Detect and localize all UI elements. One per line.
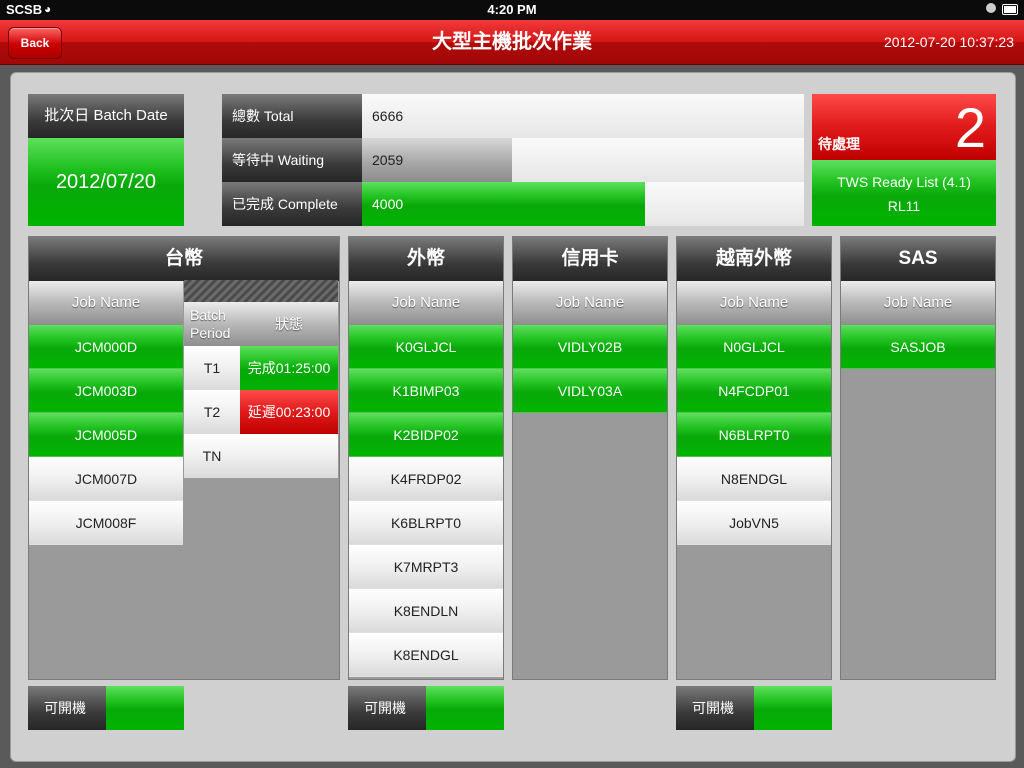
toggle-indicator (426, 686, 504, 730)
job-row[interactable]: N0GLJCL (677, 325, 831, 369)
back-button[interactable]: Back (8, 27, 62, 59)
toggle-indicator (106, 686, 184, 730)
job-row[interactable]: K6BLRPT0 (349, 501, 503, 545)
stat-fill (362, 182, 645, 226)
rotation-lock-icon (986, 3, 996, 13)
column-credit-card: 信用卡 Job Name VIDLY02B VIDLY03A (512, 236, 668, 680)
job-list: Job Name K0GLJCL K1BIMP03 K2BIDP02 K4FRDP02… (349, 281, 503, 677)
stat-value: 6666 (372, 108, 404, 124)
period-key: TN (184, 434, 240, 478)
job-row[interactable]: VIDLY02B (513, 325, 667, 369)
toggle-label: 可開機 (348, 686, 426, 730)
job-row[interactable]: JCM005D (29, 413, 183, 457)
nav-bar: 大型主機批次作業 Back 2012-07-20 10:37:23 (0, 20, 1024, 65)
job-row[interactable]: JCM007D (29, 457, 183, 501)
nav-datetime: 2012-07-20 10:37:23 (884, 34, 1014, 50)
batch-date-value[interactable]: 2012/07/20 (28, 138, 184, 226)
page-title: 大型主機批次作業 (432, 31, 592, 53)
period-key: T2 (184, 390, 240, 434)
batch-date-label: 批次日 Batch Date (28, 94, 184, 138)
job-row[interactable]: K8ENDLN (349, 589, 503, 633)
column-title: 台幣 (29, 237, 339, 281)
job-name-header: Job Name (349, 281, 503, 325)
job-row[interactable]: JCM008F (29, 501, 183, 545)
job-list: Job Name JCM000D JCM003D JCM005D JCM007D JCM… (29, 281, 183, 545)
column-sas: SAS Job Name SASJOB (840, 236, 996, 680)
period-row-t1[interactable]: T1 完成01:25:00 (184, 346, 338, 390)
job-name-header: Job Name (29, 281, 183, 325)
job-row[interactable]: JobVN5 (677, 501, 831, 545)
job-name-header: Job Name (677, 281, 831, 325)
stat-complete: 已完成 Complete 4000 (222, 182, 804, 226)
boot-toggle-foreign[interactable]: 可開機 (348, 686, 504, 730)
status-time: 4:20 PM (487, 2, 537, 17)
job-name-header: Job Name (513, 281, 667, 325)
column-title: SAS (841, 237, 995, 281)
stat-label: 總數 Total (222, 94, 362, 138)
period-header-label: Batch Period (190, 307, 231, 341)
tws-ready-list[interactable]: TWS Ready List (4.1) RL11 (812, 160, 996, 226)
job-row[interactable]: K8ENDGL (349, 633, 503, 677)
job-row[interactable]: K1BIMP03 (349, 369, 503, 413)
pending-count: 2 (954, 96, 986, 159)
status-bar: SCSB ◕ 4:20 PM (0, 0, 1024, 20)
job-row[interactable]: K2BIDP02 (349, 413, 503, 457)
period-row-t2[interactable]: T2 延遲00:23:00 (184, 390, 338, 434)
stat-track: 2059 (362, 138, 804, 182)
job-list: Job Name SASJOB (841, 281, 995, 369)
stat-track: 4000 (362, 182, 804, 226)
job-row[interactable]: K0GLJCL (349, 325, 503, 369)
job-row[interactable]: SASJOB (841, 325, 995, 369)
job-name-header: Job Name (841, 281, 995, 325)
job-row[interactable]: K4FRDP02 (349, 457, 503, 501)
toggle-label: 可開機 (28, 686, 106, 730)
job-list: Job Name N0GLJCL N4FCDP01 N6BLRPT0 N8ENDGL J… (677, 281, 831, 545)
stat-waiting: 等待中 Waiting 2059 (222, 138, 804, 182)
period-hatch (184, 280, 338, 302)
toggle-label: 可開機 (676, 686, 754, 730)
job-row[interactable]: N8ENDGL (677, 457, 831, 501)
job-row[interactable]: VIDLY03A (513, 369, 667, 413)
stat-label: 等待中 Waiting (222, 138, 362, 182)
column-title: 外幣 (349, 237, 503, 281)
column-title: 信用卡 (513, 237, 667, 281)
status-header-label: 狀態 (275, 316, 303, 332)
job-row[interactable]: K7MRPT3 (349, 545, 503, 589)
pending-label: 待處理 (818, 136, 860, 152)
period-header: Batch Period 狀態 (184, 302, 338, 346)
job-row[interactable]: N4FCDP01 (677, 369, 831, 413)
stat-fill (362, 94, 804, 138)
batch-stats: 總數 Total 6666 等待中 Waiting 2059 已完成 Compl… (222, 94, 804, 226)
stat-total: 總數 Total 6666 (222, 94, 804, 138)
stat-label: 已完成 Complete (222, 182, 362, 226)
job-list: Job Name VIDLY02B VIDLY03A (513, 281, 667, 413)
boot-toggle-vietnam[interactable]: 可開機 (676, 686, 832, 730)
stat-value: 4000 (372, 196, 404, 212)
battery-icon (1002, 4, 1018, 15)
column-vietnam-foreign: 越南外幣 Job Name N0GLJCL N4FCDP01 N6BLRPT0 N8E… (676, 236, 832, 680)
job-row[interactable]: JCM000D (29, 325, 183, 369)
toggle-indicator (754, 686, 832, 730)
job-row[interactable]: JCM003D (29, 369, 183, 413)
period-value (240, 434, 338, 478)
column-foreign: 外幣 Job Name K0GLJCL K1BIMP03 K2BIDP02 K4FRD… (348, 236, 504, 680)
period-key: T1 (184, 346, 240, 390)
job-row[interactable]: N6BLRPT0 (677, 413, 831, 457)
period-value: 延遲00:23:00 (240, 390, 338, 434)
period-row-tn[interactable]: TN (184, 434, 338, 478)
batch-period-table: Batch Period 狀態 T1 完成01:25:00 T2 延遲00:23… (184, 280, 338, 478)
stat-value: 2059 (372, 152, 404, 168)
back-button-label: Back (20, 36, 50, 50)
stat-track: 6666 (362, 94, 804, 138)
boot-toggle-twd[interactable]: 可開機 (28, 686, 184, 730)
tws-title: TWS Ready List (4.1) (837, 174, 971, 190)
column-title: 越南外幣 (677, 237, 831, 281)
tws-id: RL11 (887, 198, 921, 214)
pending-box[interactable]: 待處理 2 (812, 94, 996, 160)
period-value: 完成01:25:00 (240, 346, 338, 390)
